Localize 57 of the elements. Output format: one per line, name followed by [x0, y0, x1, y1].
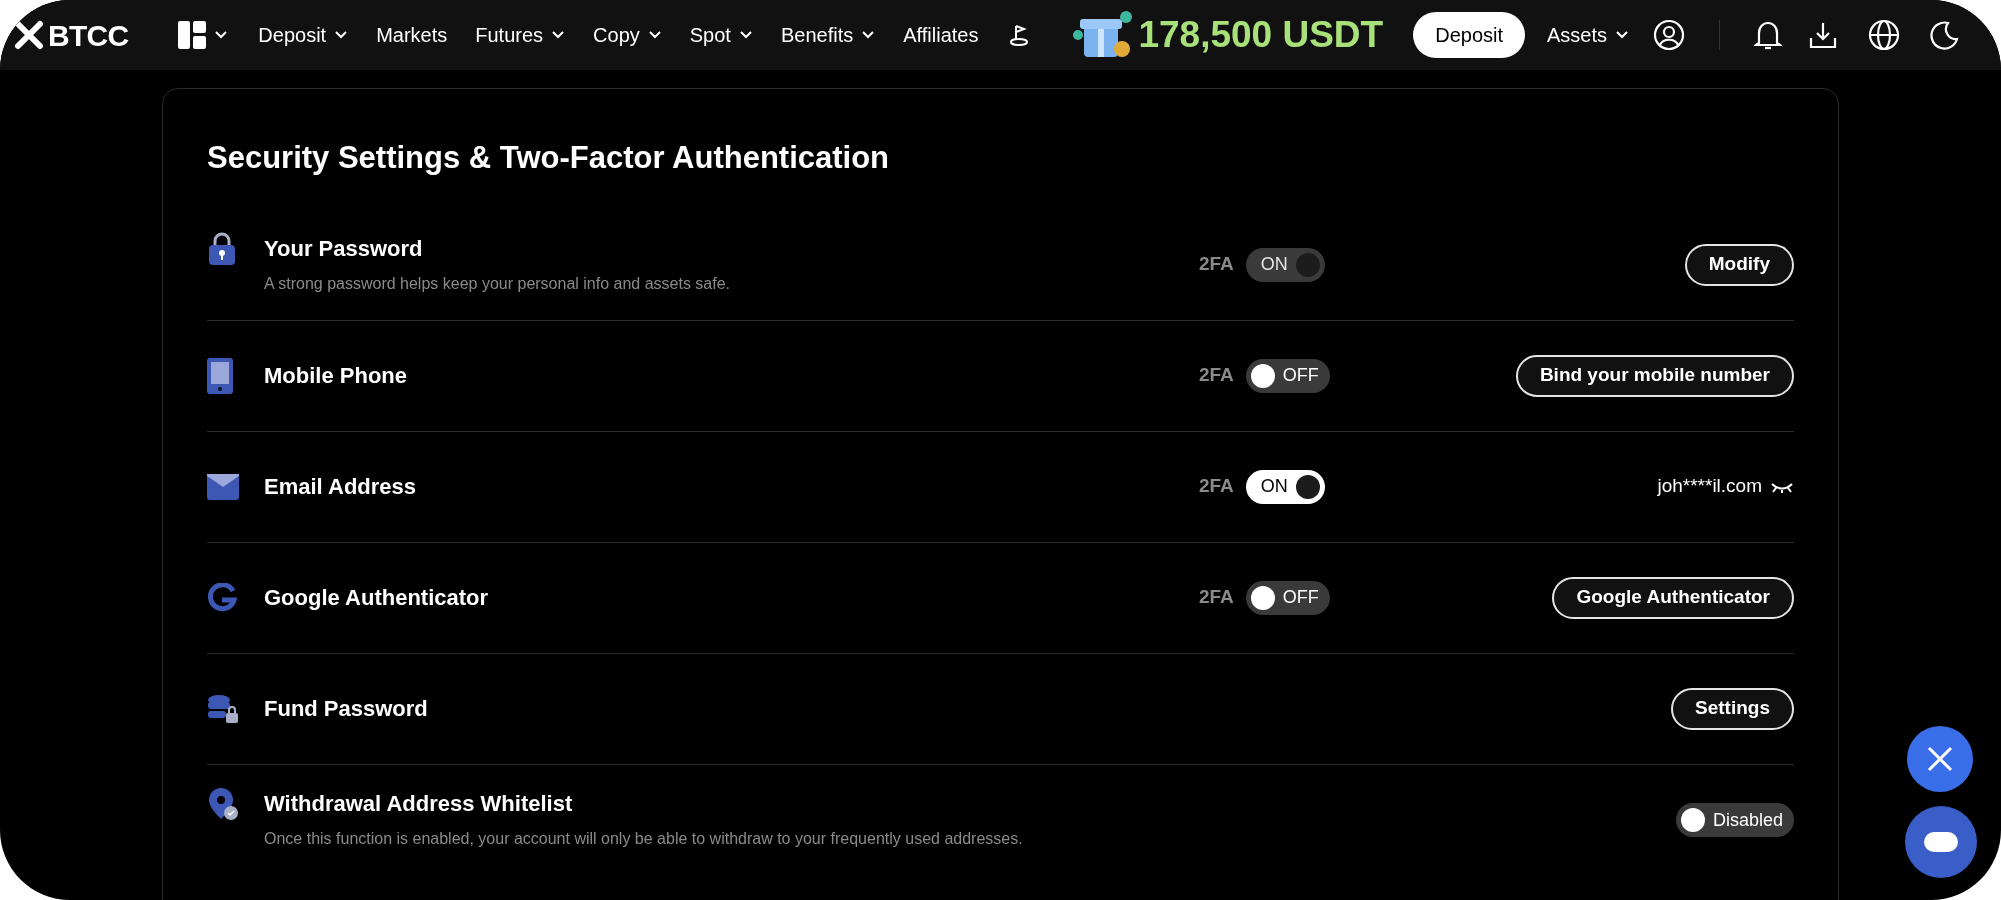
setting-label: Email Address: [264, 472, 418, 501]
two-factor-label: 2FA: [1199, 585, 1234, 610]
globe-icon[interactable]: [1868, 19, 1901, 51]
moon-icon[interactable]: [1930, 20, 1961, 50]
promo-amount[interactable]: 178,500 USDT: [1138, 7, 1384, 63]
caret-icon: [738, 30, 753, 40]
eye-closed-icon[interactable]: [1770, 480, 1794, 493]
nav-link[interactable]: Benefits: [780, 20, 876, 50]
two-factor-label: 2FA: [1199, 252, 1234, 277]
deposit-button[interactable]: Deposit: [1413, 12, 1525, 58]
logo-icon: [14, 20, 44, 50]
caret-icon: [861, 30, 876, 40]
nav-link[interactable]: Affiliates: [903, 20, 979, 50]
setting-label: Google Authenticator: [264, 583, 490, 612]
phone-icon: [207, 357, 233, 394]
nav-link[interactable]: Deposit: [258, 20, 349, 50]
caret-icon: [1615, 30, 1630, 40]
masked-email: joh****il.com: [1657, 474, 1762, 499]
chat-bubble-icon: [1924, 832, 1958, 852]
download-icon[interactable]: [1808, 20, 1839, 50]
nav-link[interactable]: Copy: [593, 20, 662, 50]
setting-label: Fund Password: [264, 694, 429, 723]
nav-link[interactable]: Markets: [376, 20, 448, 50]
setting-label: Mobile Phone: [264, 361, 408, 390]
two-factor-label: 2FA: [1199, 363, 1234, 388]
envelope-icon: [207, 473, 239, 500]
two-factor-toggle[interactable]: ON: [1245, 469, 1325, 504]
setting-description: A strong password helps keep your personal info and assets safe.: [264, 273, 732, 294]
apps-menu-button[interactable]: [178, 21, 229, 49]
two-factor-toggle[interactable]: OFF: [1245, 358, 1330, 393]
setting-description: Once this function is enabled, your account will only be able to withdraw to your frequently used addresses.: [264, 829, 1024, 849]
action-button[interactable]: Bind your mobile number: [1515, 354, 1794, 397]
action-button[interactable]: Settings: [1671, 687, 1794, 730]
two-factor-toggle[interactable]: OFF: [1245, 580, 1330, 615]
setting-label: Your Password: [264, 234, 424, 263]
assets-menu[interactable]: Assets: [1547, 20, 1630, 50]
caret-icon: [214, 30, 229, 40]
coins-lock-icon: [207, 693, 239, 724]
action-button[interactable]: Modify: [1684, 243, 1794, 286]
nav-link[interactable]: Spot: [689, 20, 753, 50]
user-icon[interactable]: [1653, 19, 1686, 51]
action-button[interactable]: Google Authenticator: [1552, 576, 1794, 619]
x-icon: [1926, 745, 1954, 773]
whitelist-toggle[interactable]: Disabled: [1675, 803, 1794, 837]
caret-icon: [647, 30, 662, 40]
bell-icon[interactable]: [1754, 19, 1783, 51]
page-title: Security Settings & Two-Factor Authentication: [207, 139, 891, 177]
grid-icon: [178, 21, 207, 49]
location-pin-icon: [207, 787, 239, 821]
two-factor-label: 2FA: [1199, 474, 1234, 499]
letter-g-icon: [207, 582, 237, 613]
setting-label: Withdrawal Address Whitelist: [264, 790, 574, 818]
caret-icon: [334, 30, 349, 40]
caret-icon: [551, 30, 566, 40]
lock-icon: [207, 231, 237, 266]
logo-text[interactable]: BTCC: [48, 12, 129, 58]
nav-link[interactable]: Futures: [475, 20, 566, 50]
